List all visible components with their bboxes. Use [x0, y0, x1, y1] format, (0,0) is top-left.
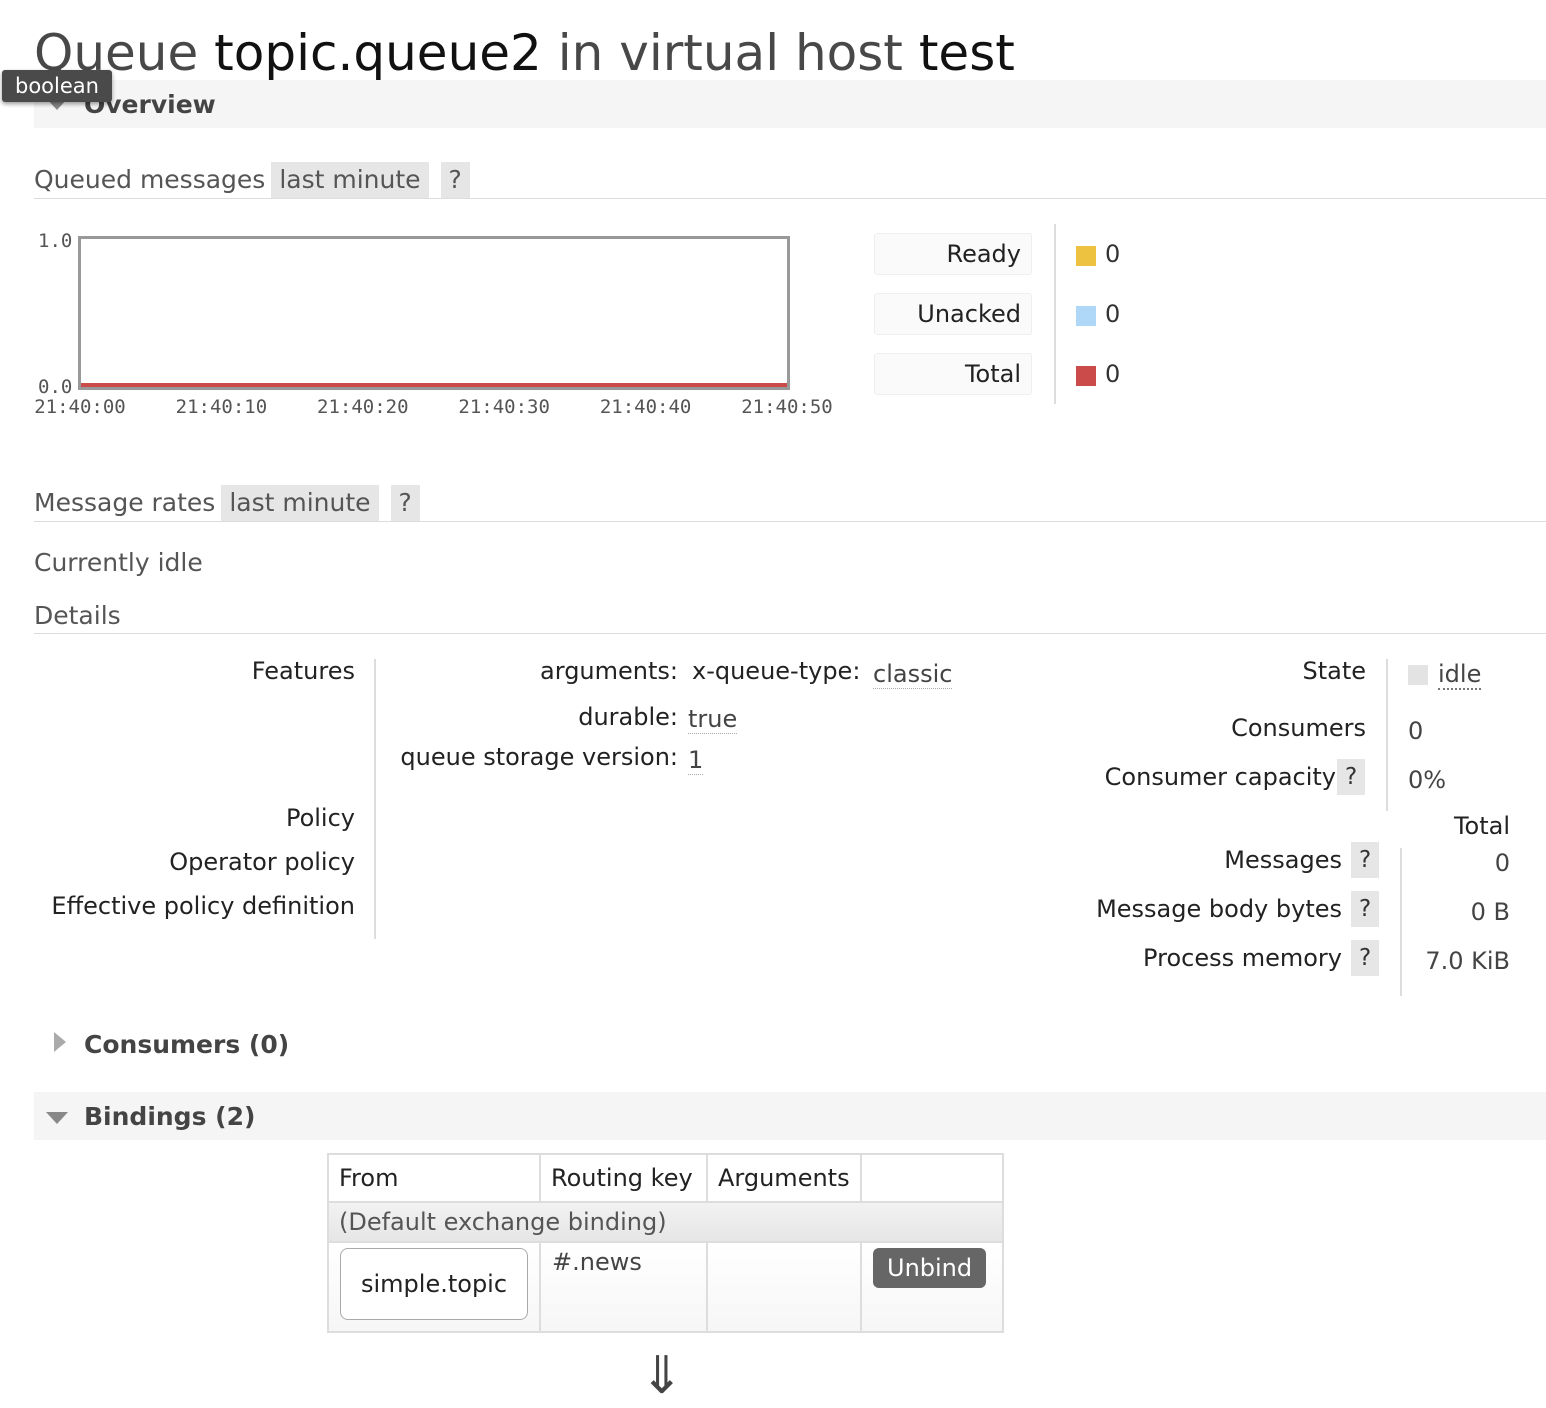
bindings-section-toggle[interactable]: Bindings (2)	[34, 1092, 1546, 1140]
divider	[34, 633, 1546, 634]
consumers-section-toggle[interactable]: Consumers (0)	[34, 1020, 1546, 1068]
y-tick-bottom: 0.0	[38, 376, 73, 398]
default-exchange-binding: (Default exchange binding)	[327, 1201, 1004, 1243]
message-body-bytes-label: Message body bytes	[1096, 895, 1342, 923]
overview-section-toggle[interactable]: Overview	[34, 80, 1546, 128]
consumers-section-label: Consumers (0)	[84, 1030, 290, 1059]
consumer-capacity-value: 0%	[1408, 766, 1447, 794]
durable-value: true	[688, 705, 738, 734]
consumers-label: Consumers	[1231, 714, 1366, 742]
routing-key-cell: #.news	[539, 1241, 708, 1333]
column-header-arguments: Arguments	[706, 1153, 862, 1203]
totals-divider	[1400, 848, 1402, 996]
x-queue-type-value: classic	[873, 660, 953, 689]
message-body-bytes-total: 0 B	[1470, 898, 1510, 926]
range-selector[interactable]: last minute	[271, 162, 429, 198]
state-value: idle	[1438, 660, 1482, 690]
vhost-name: test	[918, 24, 1015, 82]
column-header-routing-key: Routing key	[539, 1153, 708, 1203]
legend-swatch-ready	[1076, 246, 1096, 266]
queue-name: topic.queue2	[214, 24, 542, 82]
help-button[interactable]: ?	[440, 162, 470, 198]
title-middle: in virtual host	[557, 24, 903, 82]
total-column-header: Total	[1453, 812, 1510, 840]
help-button[interactable]: ?	[390, 485, 420, 521]
arguments-key: arguments:	[540, 657, 678, 685]
x-tick-label: 21:40:50	[741, 396, 833, 418]
unbind-button[interactable]: Unbind	[873, 1248, 987, 1288]
help-button[interactable]: ?	[1351, 891, 1380, 927]
y-tick-top: 1.0	[38, 230, 73, 252]
legend-value-ready: 0	[1105, 240, 1121, 268]
table-row: simple.topic #.news Unbind	[327, 1241, 1004, 1333]
divider	[34, 198, 1546, 199]
help-button[interactable]: ?	[1351, 842, 1380, 878]
process-memory-label: Process memory	[1143, 944, 1342, 972]
arguments-cell	[706, 1241, 862, 1333]
durable-key: durable:	[578, 703, 678, 731]
x-tick-label: 21:40:10	[175, 396, 268, 418]
bindings-table: From Routing key Arguments (Default exch…	[327, 1153, 1004, 1333]
column-header-from: From	[327, 1153, 541, 1203]
consumer-capacity-label: Consumer capacity	[1104, 763, 1336, 791]
x-tick-label: 21:40:30	[458, 396, 550, 418]
message-rates-heading: Message rates last minute ?	[34, 485, 420, 521]
legend-value-unacked: 0	[1105, 300, 1121, 328]
exchange-link[interactable]: simple.topic	[340, 1248, 529, 1320]
divider	[34, 521, 1546, 522]
queued-messages-heading: Queued messages last minute ?	[34, 162, 470, 198]
state-divider	[1386, 659, 1388, 811]
legend-divider	[1054, 224, 1056, 404]
column-header-actions	[860, 1153, 1004, 1203]
help-button[interactable]: ?	[1337, 759, 1366, 795]
legend-swatch-unacked	[1076, 306, 1096, 326]
help-button[interactable]: ?	[1351, 940, 1380, 976]
rates-status: Currently idle	[34, 548, 203, 577]
x-queue-type-key: x-queue-type:	[692, 657, 861, 685]
action-cell: Unbind	[860, 1241, 1004, 1333]
legend-label-total: Total	[874, 353, 1032, 395]
consumers-value: 0	[1408, 717, 1424, 745]
tooltip: boolean	[2, 70, 112, 102]
process-memory-total: 7.0 KiB	[1425, 947, 1510, 975]
legend-label-unacked: Unacked	[874, 293, 1032, 335]
queued-messages-chart	[78, 236, 790, 390]
messages-label: Messages	[1224, 846, 1342, 874]
table-header-row: From Routing key Arguments	[327, 1153, 1004, 1203]
messages-total: 0	[1494, 849, 1510, 877]
range-selector[interactable]: last minute	[221, 485, 379, 521]
x-tick-label: 21:40:40	[599, 396, 692, 418]
table-row: (Default exchange binding)	[327, 1201, 1004, 1243]
from-cell: simple.topic	[327, 1241, 541, 1333]
down-arrow-icon: ⇓	[640, 1346, 684, 1406]
features-label: Features	[251, 657, 355, 685]
queued-messages-title: Queued messages	[34, 165, 266, 194]
details-heading: Details	[34, 601, 121, 630]
expanded-triangle-icon	[46, 1112, 68, 1124]
collapsed-triangle-icon	[54, 1032, 66, 1052]
effective-policy-label: Effective policy definition	[51, 892, 355, 920]
x-tick-label: 21:40:00	[34, 396, 126, 418]
details-divider	[374, 659, 376, 939]
storage-version-value: 1	[688, 746, 704, 775]
routing-key: #.news	[552, 1248, 642, 1276]
storage-version-key: queue storage version:	[400, 743, 678, 771]
operator-policy-label: Operator policy	[169, 848, 355, 876]
idle-state-icon	[1408, 665, 1428, 685]
x-tick-label: 21:40:20	[317, 396, 409, 418]
state-label: State	[1302, 657, 1366, 685]
bindings-section-label: Bindings (2)	[84, 1102, 256, 1131]
legend-label-ready: Ready	[874, 233, 1032, 275]
message-rates-title: Message rates	[34, 488, 216, 517]
legend-swatch-total	[1076, 366, 1096, 386]
legend-value-total: 0	[1105, 360, 1121, 388]
chart-frame	[78, 236, 790, 390]
policy-label: Policy	[285, 804, 355, 832]
page-title: Queue topic.queue2 in virtual host test	[34, 22, 1015, 84]
